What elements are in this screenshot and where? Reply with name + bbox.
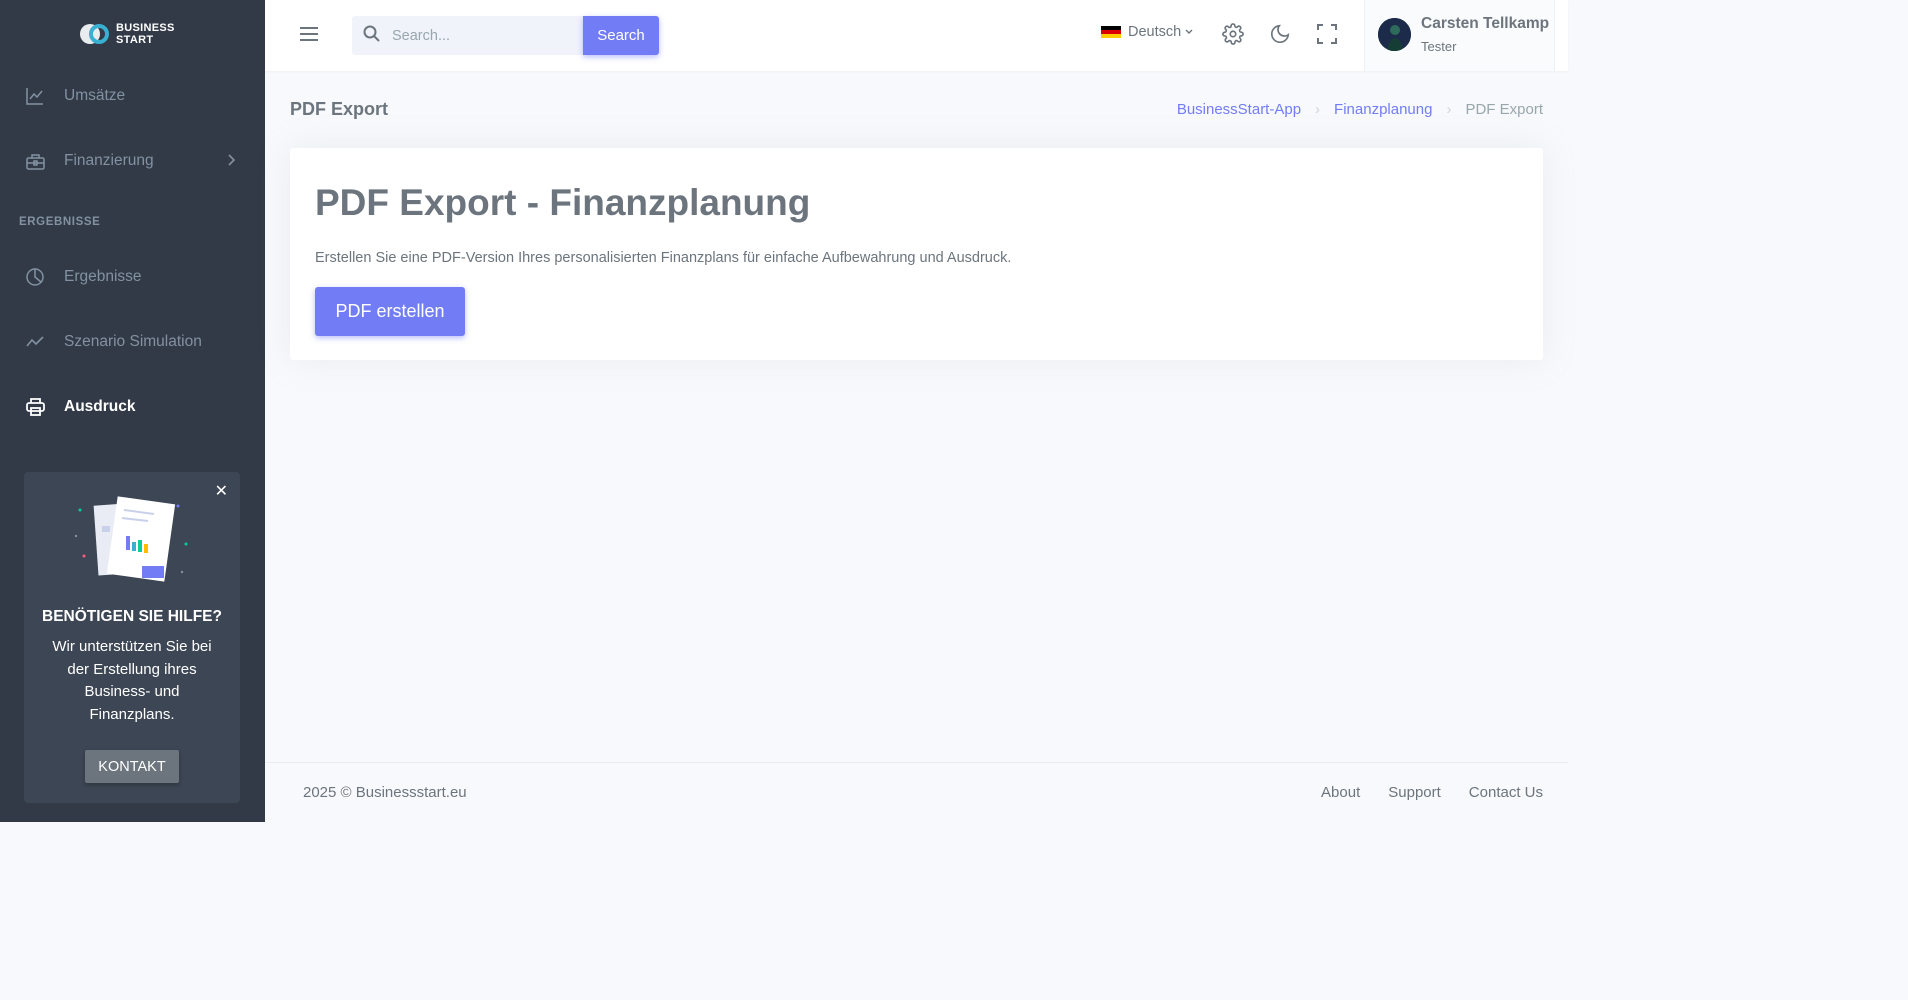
briefcase-icon: [25, 151, 45, 171]
chevron-right-icon: ›: [1315, 101, 1321, 118]
breadcrumb-link-finanzplanung[interactable]: Finanzplanung: [1334, 101, 1432, 118]
search-icon: [363, 25, 380, 47]
brand-logo[interactable]: BUSINESS START: [80, 22, 175, 46]
language-label: Deutsch: [1128, 24, 1182, 40]
card-title: PDF Export - Finanzplanung: [315, 182, 811, 223]
brand-line-2: START: [116, 34, 154, 46]
search-button[interactable]: Search: [583, 16, 659, 55]
user-role: Tester: [1421, 39, 1457, 54]
close-icon[interactable]: ✕: [215, 484, 228, 500]
sidebar-item-label: Ausdruck: [64, 398, 136, 415]
search-box: [352, 16, 583, 55]
search-input[interactable]: [392, 27, 562, 44]
card-description: Erstellen Sie eine PDF-Version Ihres per…: [315, 250, 1012, 266]
menu-toggle-icon[interactable]: [299, 26, 319, 47]
avatar: [1378, 18, 1411, 51]
help-card: ✕ BENÖTIGEN SIE HILFE? Wir unterstützen …: [24, 472, 240, 803]
sidebar-item-label: Szenario Simulation: [64, 333, 202, 350]
pie-chart-icon: [25, 267, 45, 287]
user-name: Carsten Tellkamp: [1421, 15, 1550, 32]
trend-icon: [25, 332, 45, 352]
sidebar-item-label: Ergebnisse: [64, 268, 142, 285]
nav-section-title: ERGEBNISSE: [19, 216, 101, 228]
sidebar-item-ausdruck[interactable]: Ausdruck: [0, 387, 265, 427]
sidebar: BUSINESS START Umsätze Finanzierung ERGE…: [0, 0, 265, 822]
page-title: PDF Export: [290, 99, 389, 119]
documents-illustration-icon: [74, 496, 194, 591]
footer: 2025 © Businessstart.eu About Support Co…: [265, 762, 1568, 822]
user-menu[interactable]: Carsten Tellkamp Tester: [1364, 0, 1555, 71]
footer-link-contact[interactable]: Contact Us: [1469, 784, 1543, 801]
moon-icon[interactable]: [1268, 22, 1292, 46]
chevron-right-icon: ›: [1446, 101, 1452, 118]
breadcrumb: BusinessStart-App › Finanzplanung › PDF …: [1177, 101, 1543, 118]
sidebar-item-szenario-simulation[interactable]: Szenario Simulation: [0, 322, 265, 362]
sidebar-item-finanzierung[interactable]: Finanzierung: [0, 141, 265, 181]
contact-button[interactable]: KONTAKT: [85, 750, 179, 783]
chevron-down-icon: [1185, 29, 1193, 35]
language-selector[interactable]: Deutsch: [1101, 24, 1193, 40]
topbar: Search Deutsch Carsten Tellkamp Tester: [265, 0, 1568, 71]
breadcrumb-current: PDF Export: [1465, 101, 1543, 118]
footer-link-about[interactable]: About: [1321, 784, 1360, 801]
fullscreen-icon[interactable]: [1315, 22, 1339, 46]
help-title: BENÖTIGEN SIE HILFE?: [42, 608, 222, 625]
sidebar-item-label: Umsätze: [64, 87, 126, 104]
logo-mark-icon: [80, 22, 110, 46]
footer-links: About Support Contact Us: [1321, 784, 1543, 801]
help-text: Wir unterstützen Sie bei der Erstellung …: [52, 638, 212, 723]
create-pdf-button[interactable]: PDF erstellen: [315, 287, 465, 336]
footer-link-support[interactable]: Support: [1388, 784, 1441, 801]
line-chart-icon: [25, 86, 45, 106]
breadcrumb-link-app[interactable]: BusinessStart-App: [1177, 101, 1301, 118]
sidebar-item-ergebnisse[interactable]: Ergebnisse: [0, 257, 265, 297]
copyright: 2025 © Businessstart.eu: [303, 784, 467, 801]
gear-icon[interactable]: [1221, 22, 1245, 46]
german-flag-icon: [1101, 25, 1121, 39]
pdf-export-card: PDF Export - Finanzplanung Erstellen Sie…: [290, 148, 1543, 360]
chevron-right-icon: [227, 153, 236, 171]
printer-icon: [25, 397, 45, 417]
sidebar-item-umsaetze[interactable]: Umsätze: [0, 76, 265, 116]
brand-line-1: BUSINESS: [116, 22, 175, 34]
sidebar-item-label: Finanzierung: [64, 152, 154, 169]
